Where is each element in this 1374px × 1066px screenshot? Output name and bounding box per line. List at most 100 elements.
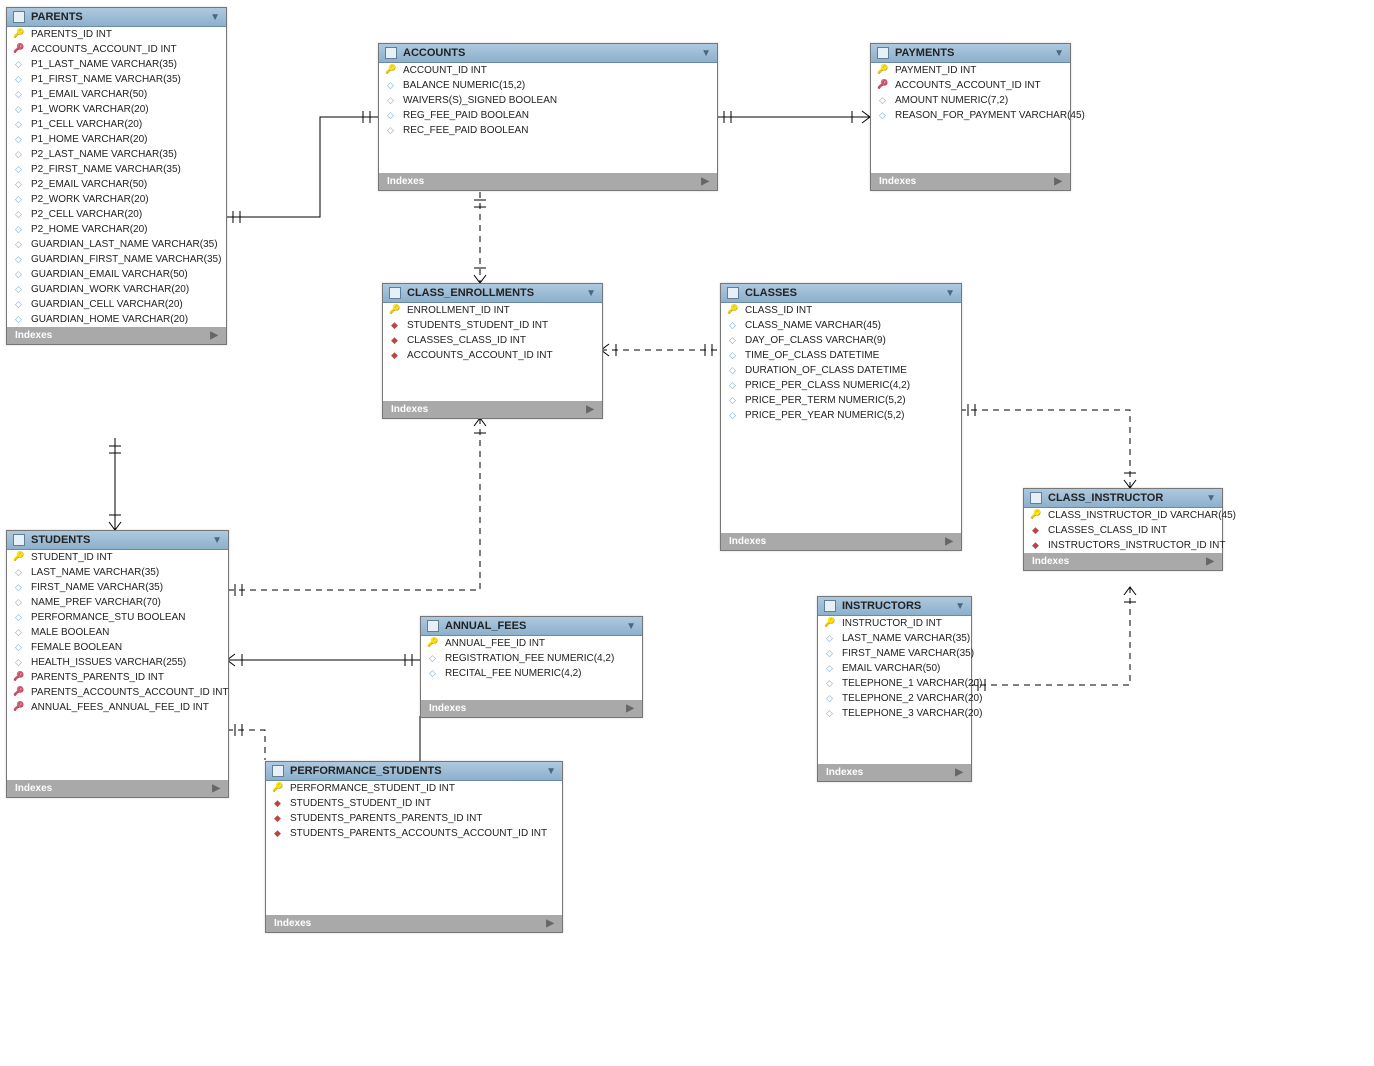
column-row[interactable]: FEMALE BOOLEAN [7,640,228,655]
table-header[interactable]: CLASS_ENROLLMENTS ▼ [383,284,602,303]
column-row[interactable]: ACCOUNTS_ACCOUNT_ID INT [383,348,602,363]
table-annual-fees[interactable]: ANNUAL_FEES ▼ ANNUAL_FEE_ID INTREGISTRAT… [420,616,643,718]
column-row[interactable]: DURATION_OF_CLASS DATETIME [721,363,961,378]
column-row[interactable]: ANNUAL_FEE_ID INT [421,636,642,651]
table-parents[interactable]: PARENTS ▼ PARENTS_ID INTACCOUNTS_ACCOUNT… [6,7,227,345]
column-row[interactable]: NAME_PREF VARCHAR(70) [7,595,228,610]
column-row[interactable]: GUARDIAN_HOME VARCHAR(20) [7,312,226,327]
column-row[interactable]: P1_LAST_NAME VARCHAR(35) [7,57,226,72]
table-header[interactable]: PERFORMANCE_STUDENTS ▼ [266,762,562,781]
indexes-row[interactable]: Indexes ▶ [721,533,961,550]
column-row[interactable]: CLASSES_CLASS_ID INT [1024,523,1222,538]
table-class-instructor[interactable]: CLASS_INSTRUCTOR ▼ CLASS_INSTRUCTOR_ID V… [1023,488,1223,571]
indexes-row[interactable]: Indexes ▶ [421,700,642,717]
column-row[interactable]: INSTRUCTORS_INSTRUCTOR_ID INT [1024,538,1222,553]
column-row[interactable]: TELEPHONE_1 VARCHAR(20) [818,676,971,691]
table-header[interactable]: PARENTS ▼ [7,8,226,27]
column-row[interactable]: ACCOUNT_ID INT [379,63,717,78]
table-payments[interactable]: PAYMENTS ▼ PAYMENT_ID INTACCOUNTS_ACCOUN… [870,43,1071,191]
table-header[interactable]: INSTRUCTORS ▼ [818,597,971,616]
column-row[interactable]: PERFORMANCE_STUDENT_ID INT [266,781,562,796]
column-row[interactable]: RECITAL_FEE NUMERIC(4,2) [421,666,642,681]
column-row[interactable]: STUDENT_ID INT [7,550,228,565]
column-row[interactable]: BALANCE NUMERIC(15,2) [379,78,717,93]
column-row[interactable]: TELEPHONE_3 VARCHAR(20) [818,706,971,721]
column-row[interactable]: PRICE_PER_TERM NUMERIC(5,2) [721,393,961,408]
indexes-row[interactable]: Indexes ▶ [379,173,717,190]
column-row[interactable]: AMOUNT NUMERIC(7,2) [871,93,1070,108]
column-row[interactable]: STUDENTS_PARENTS_PARENTS_ID INT [266,811,562,826]
column-row[interactable]: ACCOUNTS_ACCOUNT_ID INT [871,78,1070,93]
column-row[interactable]: REG_FEE_PAID BOOLEAN [379,108,717,123]
column-row[interactable]: PARENTS_ACCOUNTS_ACCOUNT_ID INT [7,685,228,700]
column-row[interactable]: FIRST_NAME VARCHAR(35) [7,580,228,595]
column-row[interactable]: PERFORMANCE_STU BOOLEAN [7,610,228,625]
column-row[interactable]: P1_WORK VARCHAR(20) [7,102,226,117]
column-row[interactable]: LAST_NAME VARCHAR(35) [818,631,971,646]
indexes-row[interactable]: Indexes ▶ [383,401,602,418]
table-accounts[interactable]: ACCOUNTS ▼ ACCOUNT_ID INTBALANCE NUMERIC… [378,43,718,191]
column-row[interactable]: MALE BOOLEAN [7,625,228,640]
column-row[interactable]: PARENTS_ID INT [7,27,226,42]
column-row[interactable]: REGISTRATION_FEE NUMERIC(4,2) [421,651,642,666]
table-header[interactable]: PAYMENTS ▼ [871,44,1070,63]
indexes-row[interactable]: Indexes ▶ [7,327,226,344]
column-row[interactable]: WAIVERS(S)_SIGNED BOOLEAN [379,93,717,108]
column-row[interactable]: PARENTS_PARENTS_ID INT [7,670,228,685]
column-row[interactable]: REC_FEE_PAID BOOLEAN [379,123,717,138]
column-row[interactable]: GUARDIAN_LAST_NAME VARCHAR(35) [7,237,226,252]
table-header[interactable]: ANNUAL_FEES ▼ [421,617,642,636]
column-row[interactable]: P1_CELL VARCHAR(20) [7,117,226,132]
table-header[interactable]: STUDENTS ▼ [7,531,228,550]
column-row[interactable]: GUARDIAN_CELL VARCHAR(20) [7,297,226,312]
table-header[interactable]: CLASS_INSTRUCTOR ▼ [1024,489,1222,508]
fk-icon [15,688,25,698]
column-row[interactable]: CLASS_ID INT [721,303,961,318]
indexes-row[interactable]: Indexes ▶ [818,764,971,781]
indexes-row[interactable]: Indexes ▶ [1024,553,1222,570]
column-row[interactable]: ACCOUNTS_ACCOUNT_ID INT [7,42,226,57]
table-header[interactable]: CLASSES ▼ [721,284,961,303]
column-row[interactable]: GUARDIAN_FIRST_NAME VARCHAR(35) [7,252,226,267]
column-row[interactable]: INSTRUCTOR_ID INT [818,616,971,631]
column-row[interactable]: TIME_OF_CLASS DATETIME [721,348,961,363]
table-performance-students[interactable]: PERFORMANCE_STUDENTS ▼ PERFORMANCE_STUDE… [265,761,563,933]
column-row[interactable]: GUARDIAN_EMAIL VARCHAR(50) [7,267,226,282]
column-row[interactable]: LAST_NAME VARCHAR(35) [7,565,228,580]
column-row[interactable]: CLASSES_CLASS_ID INT [383,333,602,348]
column-row[interactable]: PAYMENT_ID INT [871,63,1070,78]
table-classes[interactable]: CLASSES ▼ CLASS_ID INTCLASS_NAME VARCHAR… [720,283,962,551]
column-row[interactable]: STUDENTS_PARENTS_ACCOUNTS_ACCOUNT_ID INT [266,826,562,841]
column-row[interactable]: PRICE_PER_CLASS NUMERIC(4,2) [721,378,961,393]
column-row[interactable]: REASON_FOR_PAYMENT VARCHAR(45) [871,108,1070,123]
column-row[interactable]: P2_FIRST_NAME VARCHAR(35) [7,162,226,177]
column-row[interactable]: CLASS_INSTRUCTOR_ID VARCHAR(45) [1024,508,1222,523]
indexes-row[interactable]: Indexes ▶ [7,780,228,797]
column-row[interactable]: HEALTH_ISSUES VARCHAR(255) [7,655,228,670]
column-row[interactable]: PRICE_PER_YEAR NUMERIC(5,2) [721,408,961,423]
column-row[interactable]: P2_LAST_NAME VARCHAR(35) [7,147,226,162]
table-students[interactable]: STUDENTS ▼ STUDENT_ID INTLAST_NAME VARCH… [6,530,229,798]
column-row[interactable]: P1_EMAIL VARCHAR(50) [7,87,226,102]
indexes-row[interactable]: Indexes ▶ [266,915,562,932]
column-row[interactable]: CLASS_NAME VARCHAR(45) [721,318,961,333]
column-row[interactable]: FIRST_NAME VARCHAR(35) [818,646,971,661]
column-row[interactable]: P2_WORK VARCHAR(20) [7,192,226,207]
column-row[interactable]: P1_FIRST_NAME VARCHAR(35) [7,72,226,87]
table-header[interactable]: ACCOUNTS ▼ [379,44,717,63]
column-row[interactable]: EMAIL VARCHAR(50) [818,661,971,676]
column-row[interactable]: P2_HOME VARCHAR(20) [7,222,226,237]
column-row[interactable]: P2_CELL VARCHAR(20) [7,207,226,222]
column-row[interactable]: DAY_OF_CLASS VARCHAR(9) [721,333,961,348]
table-class-enrollments[interactable]: CLASS_ENROLLMENTS ▼ ENROLLMENT_ID INTSTU… [382,283,603,419]
column-row[interactable]: STUDENTS_STUDENT_ID INT [383,318,602,333]
column-row[interactable]: ANNUAL_FEES_ANNUAL_FEE_ID INT [7,700,228,715]
column-row[interactable]: GUARDIAN_WORK VARCHAR(20) [7,282,226,297]
column-row[interactable]: TELEPHONE_2 VARCHAR(20) [818,691,971,706]
column-row[interactable]: P1_HOME VARCHAR(20) [7,132,226,147]
indexes-row[interactable]: Indexes ▶ [871,173,1070,190]
table-instructors[interactable]: INSTRUCTORS ▼ INSTRUCTOR_ID INTLAST_NAME… [817,596,972,782]
column-row[interactable]: STUDENTS_STUDENT_ID INT [266,796,562,811]
column-row[interactable]: P2_EMAIL VARCHAR(50) [7,177,226,192]
column-row[interactable]: ENROLLMENT_ID INT [383,303,602,318]
